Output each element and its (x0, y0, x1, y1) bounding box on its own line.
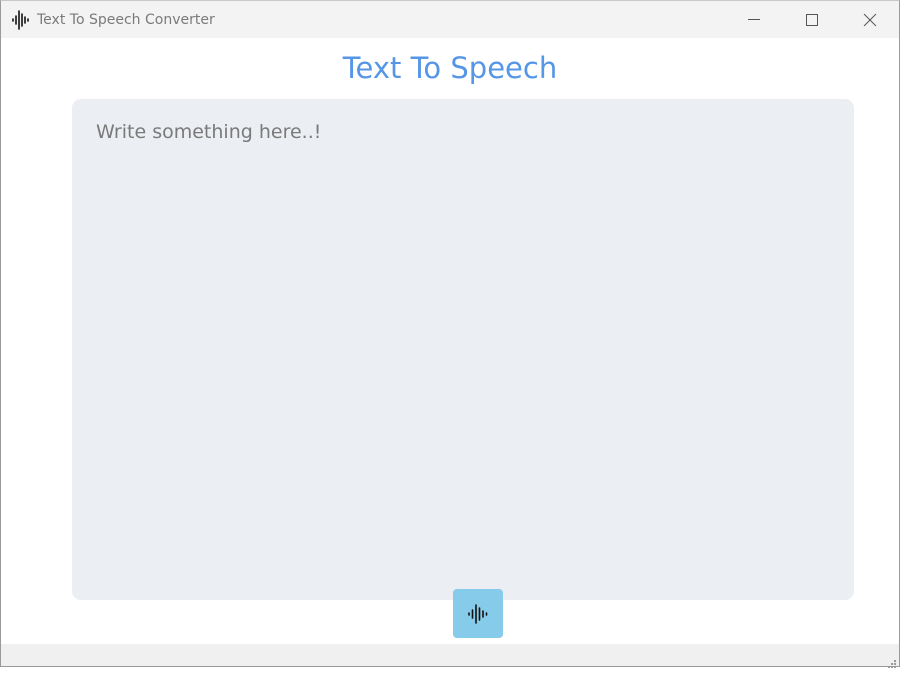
maximize-button[interactable] (783, 1, 841, 38)
close-button[interactable] (841, 1, 899, 38)
sound-wave-icon (468, 604, 488, 624)
text-input-container (72, 99, 854, 600)
sound-wave-icon (11, 10, 31, 30)
window-title: Text To Speech Converter (37, 12, 215, 28)
status-bar (1, 644, 899, 668)
page-title: Text To Speech (342, 51, 558, 85)
app-window: Text To Speech Converter Text To Speech (0, 0, 900, 668)
text-input[interactable] (72, 99, 854, 600)
speak-button[interactable] (453, 589, 503, 638)
maximize-icon (806, 14, 818, 26)
resize-grip-icon[interactable] (887, 654, 897, 668)
close-icon (863, 13, 877, 27)
minimize-button[interactable] (725, 1, 783, 38)
title-bar[interactable]: Text To Speech Converter (1, 1, 899, 38)
minimize-icon (748, 19, 760, 20)
